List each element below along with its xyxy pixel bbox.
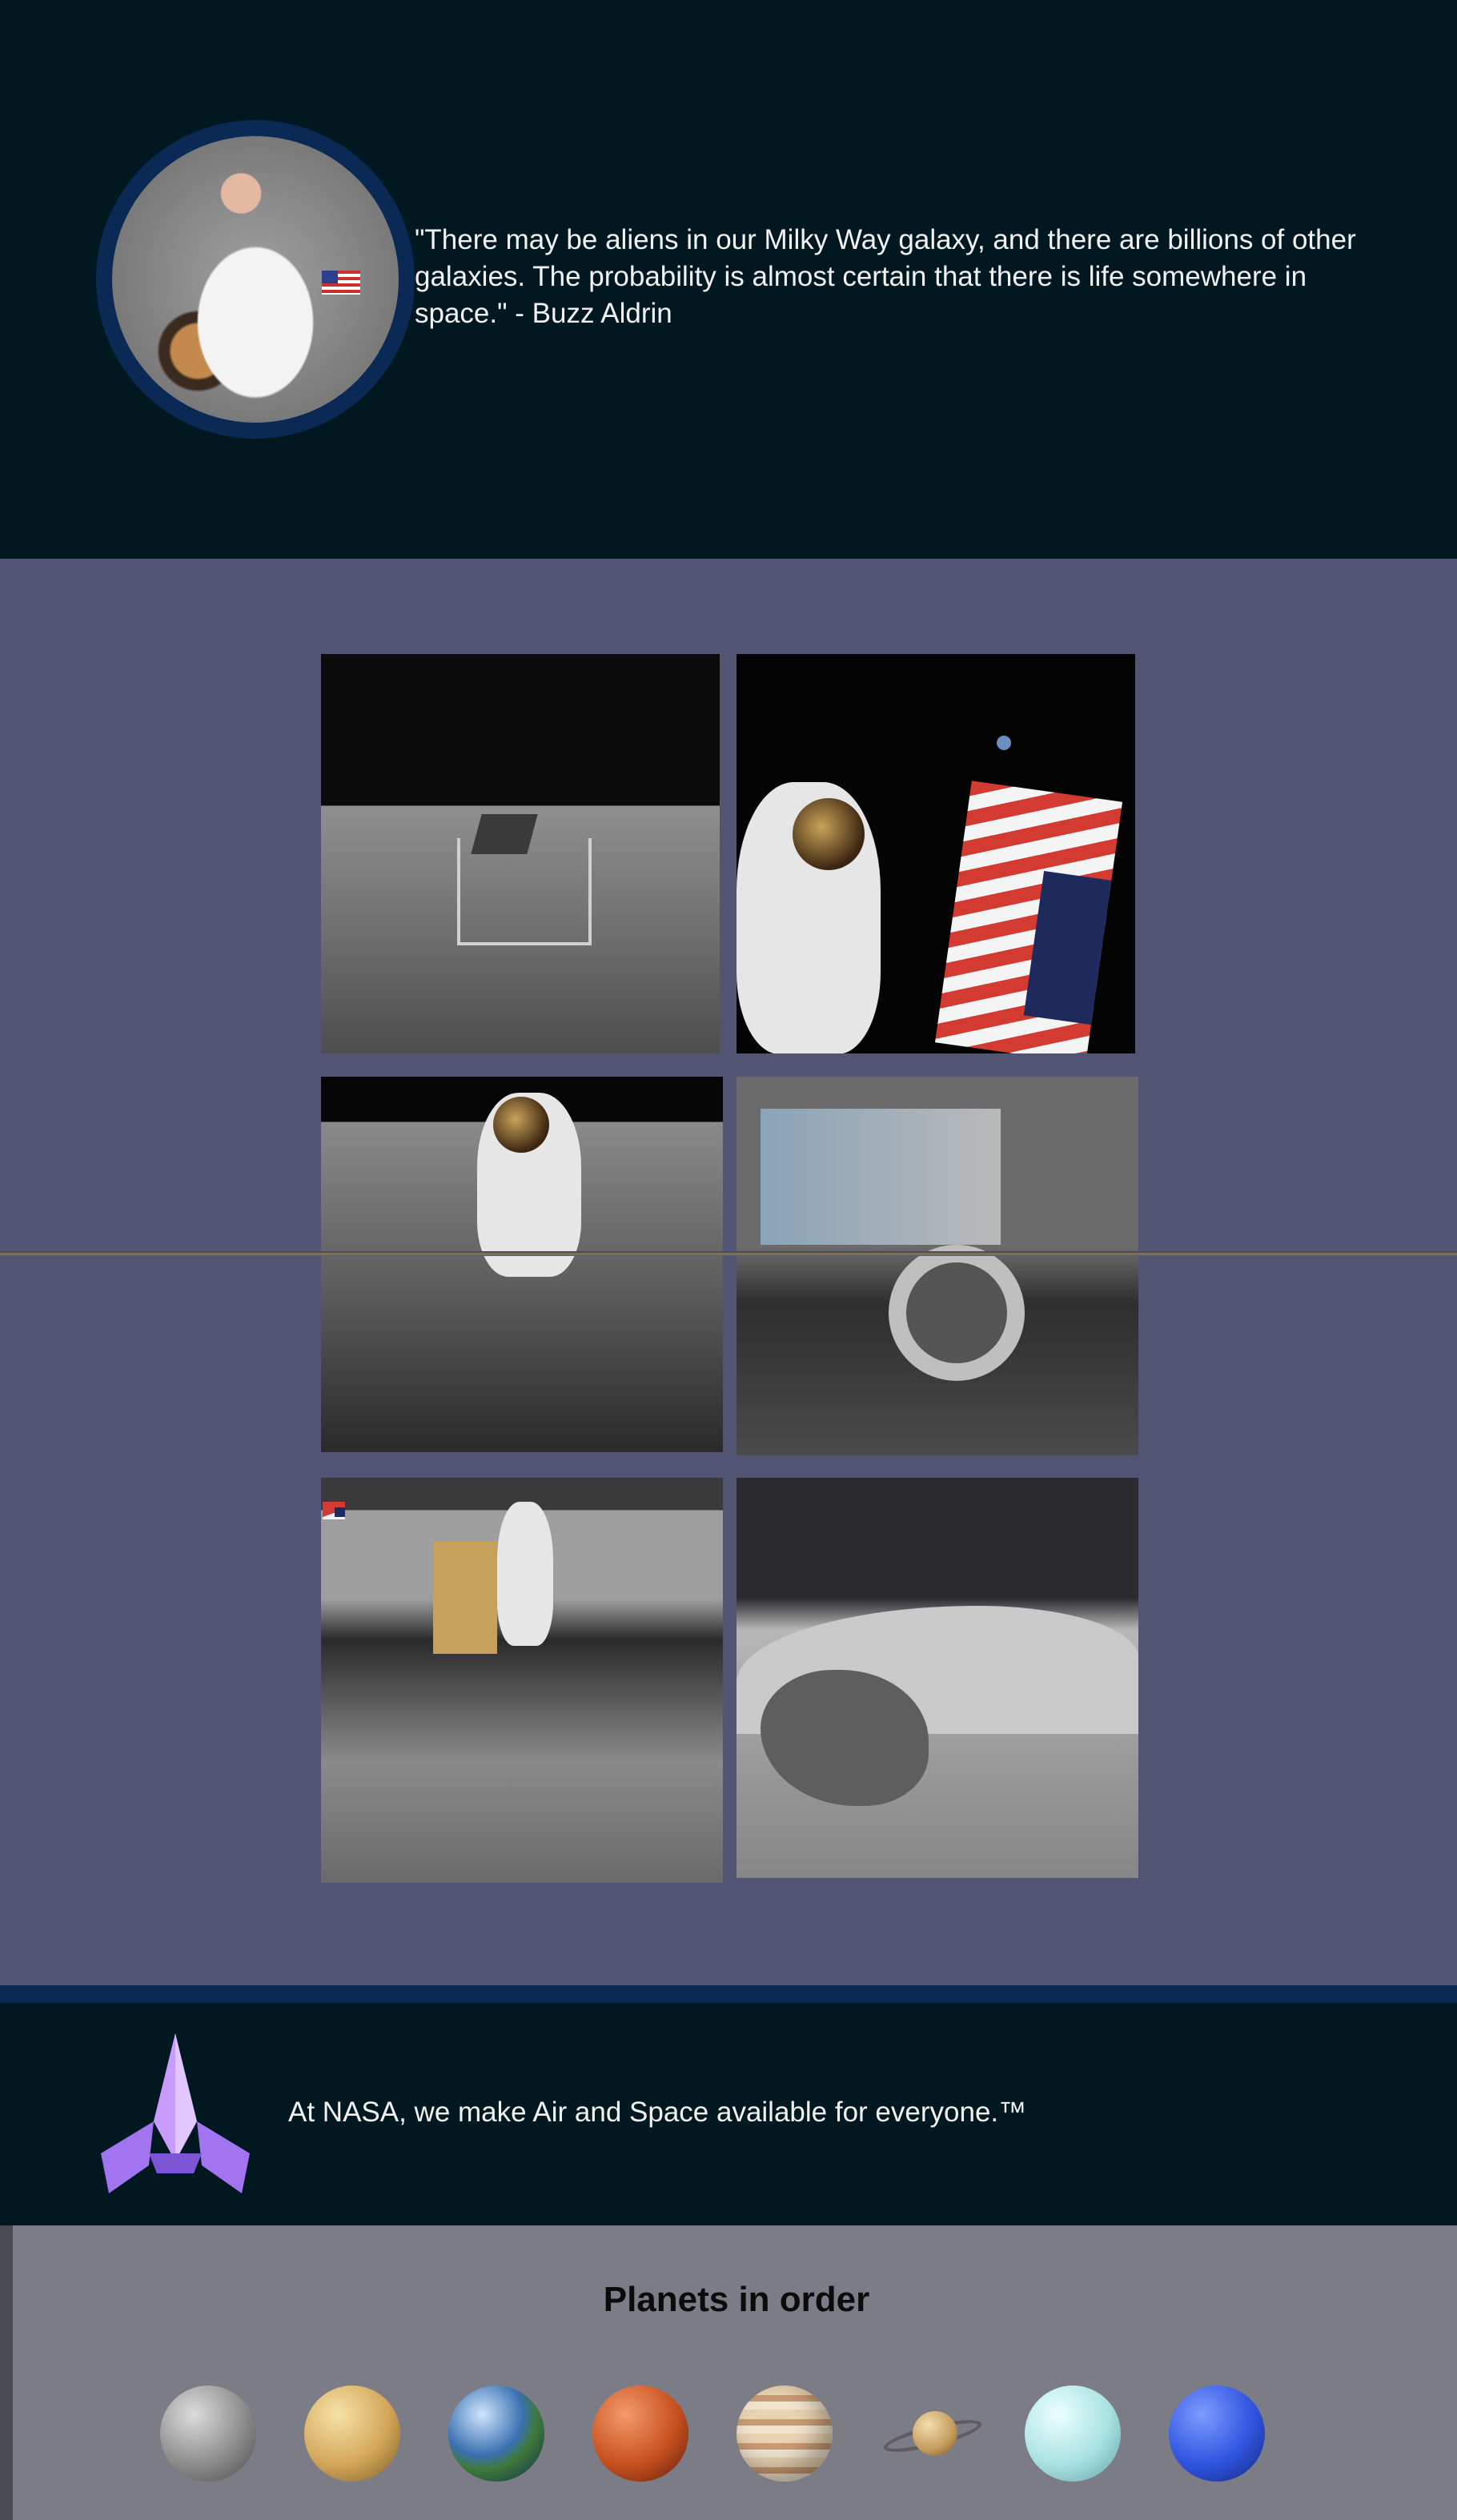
- astronaut-shape: [497, 1502, 553, 1646]
- helmet-shape: [493, 1097, 549, 1153]
- planet-uranus-icon: [1025, 2386, 1121, 2482]
- gallery-section: [0, 559, 1457, 1985]
- us-flag-shape: [323, 1502, 345, 1519]
- planet-jupiter-icon: [737, 2386, 833, 2482]
- us-flag-shape: [934, 780, 1123, 1053]
- gallery-photo-flag: [737, 654, 1135, 1053]
- avatar: [112, 136, 399, 423]
- earth-dot: [997, 736, 1011, 750]
- flag-patch-icon: [322, 271, 360, 295]
- gallery-photo-boulder: [737, 1478, 1138, 1878]
- planet-venus-icon: [304, 2386, 400, 2482]
- rover-wheel-shape: [889, 1245, 1025, 1381]
- rover-body-shape: [761, 1109, 1001, 1245]
- planet-mars-icon: [592, 2386, 688, 2482]
- tagline-accent-band: [0, 1985, 1457, 2003]
- gallery-photo-moonwalk: [321, 1077, 723, 1452]
- planet-saturn-icon: [881, 2394, 985, 2474]
- rocket-icon: [101, 2033, 250, 2193]
- planet-earth-icon: [448, 2386, 544, 2482]
- gallery-photo-lander: [321, 654, 720, 1053]
- gallery-photo-rover: [737, 1077, 1138, 1455]
- equipment-shape: [433, 1542, 497, 1654]
- saturn-body: [913, 2411, 957, 2456]
- planets-edge-bar: [0, 2225, 13, 2520]
- gallery-photo-equipment: [321, 1478, 723, 1883]
- lander-shape: [457, 838, 592, 945]
- planets-title: Planets in order: [603, 2280, 870, 2319]
- helmet-shape: [793, 798, 865, 870]
- planet-mercury-icon: [160, 2386, 256, 2482]
- tagline-text: At NASA, we make Air and Space available…: [288, 2097, 1027, 2128]
- quote-text: "There may be aliens in our Milky Way ga…: [415, 224, 1356, 329]
- gallery-divider: [0, 1251, 1457, 1256]
- planet-neptune-icon: [1169, 2386, 1265, 2482]
